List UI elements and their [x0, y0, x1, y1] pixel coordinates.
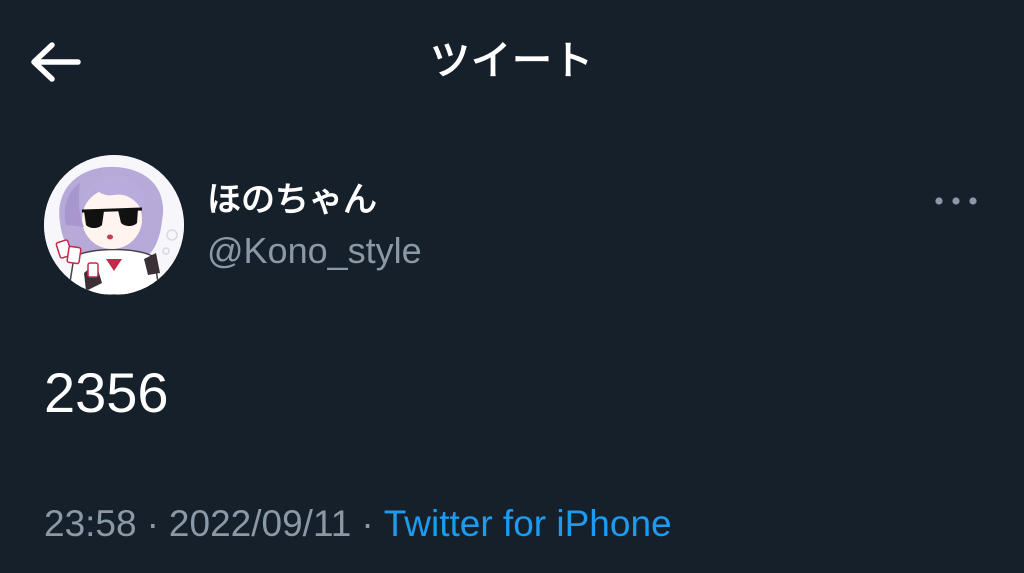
tweet-source-link[interactable]: Twitter for iPhone [384, 503, 672, 544]
author-display-name[interactable]: ほのちゃん [207, 174, 377, 226]
author-username[interactable]: @Kono_style [207, 225, 422, 277]
tweet-date: 2022/09/11 [168, 503, 352, 544]
separator-dot: · [146, 503, 159, 544]
more-dots-icon [928, 186, 984, 216]
tweet-text: 2356 [44, 361, 169, 424]
tweet-detail-screen: ツイート ほのちゃん @Kono_style 2356 23:58 · 2022… [0, 0, 1024, 573]
tweet-meta: 23:58 · 2022/09/11 · Twitter for iPhone [44, 498, 672, 550]
tweet-time: 23:58 [44, 503, 137, 544]
separator-dot: · [361, 503, 374, 544]
page-title: ツイート [430, 38, 594, 84]
more-options-button[interactable] [928, 186, 984, 216]
avatar[interactable] [44, 155, 184, 295]
